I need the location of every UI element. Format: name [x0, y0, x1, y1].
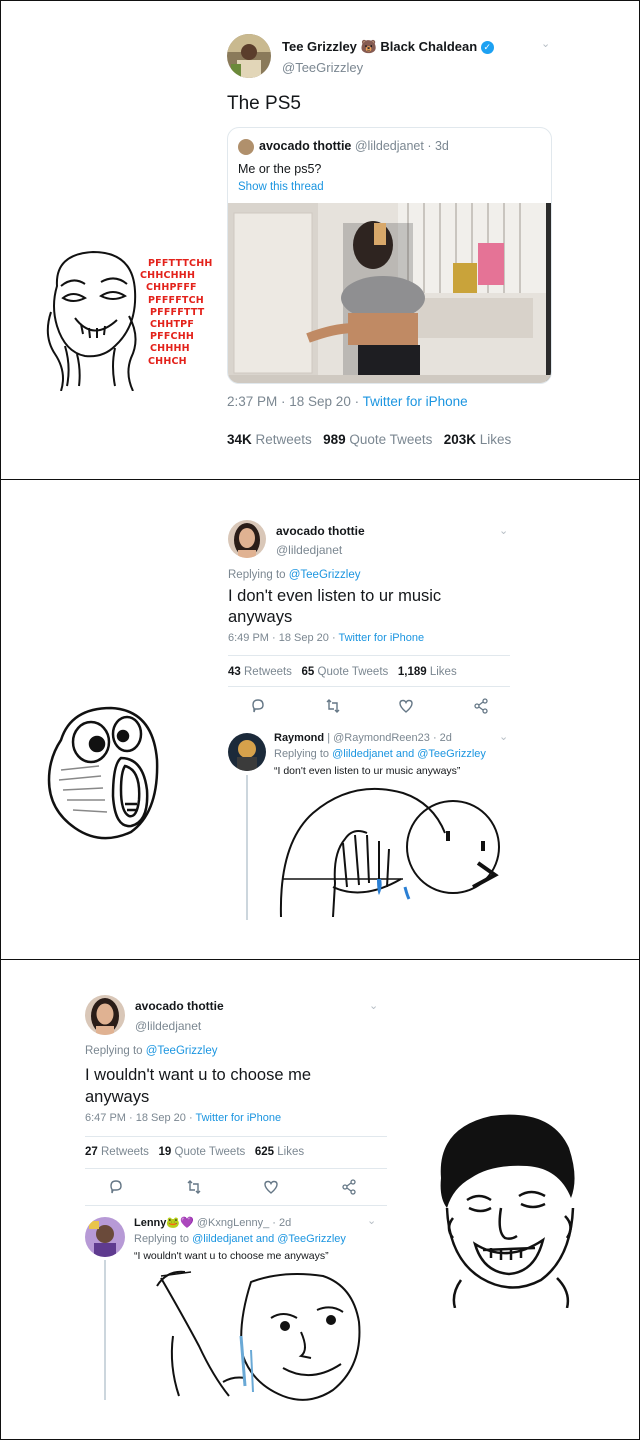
- lenny-avatar[interactable]: [85, 1217, 125, 1257]
- author-name[interactable]: Tee Grizzley: [282, 39, 357, 54]
- quote-avatar: [238, 139, 254, 155]
- reply-text: “I don't even listen to ur music anyways…: [274, 765, 461, 777]
- quote-tweets-stat[interactable]: 65 Quote Tweets: [302, 666, 389, 678]
- tee-grizzley-avatar[interactable]: [227, 34, 271, 78]
- tweet-timestamp[interactable]: 6:49 PM · 18 Sep 20 ·: [228, 632, 338, 644]
- likes-stat[interactable]: 203K Likes: [444, 432, 512, 447]
- laughing-sound-text: PFFTTTCHH CHHCHHH CHHPFFF PFFFFTCH PFFFF…: [140, 258, 213, 367]
- tweet-stats: 27 Retweets 19 Quote Tweets 625 Likes: [85, 1146, 304, 1158]
- tweet-meta: 6:47 PM · 18 Sep 20 · Twitter for iPhone: [85, 1112, 281, 1124]
- tweet-text: The PS5: [227, 93, 301, 114]
- avocado-avatar[interactable]: [85, 995, 125, 1035]
- likes-stat[interactable]: 625 Likes: [255, 1146, 304, 1158]
- quote-author-line: avocado thottie @lildedjanet · 3d: [259, 139, 449, 153]
- share-icon[interactable]: [341, 1179, 357, 1195]
- divider: [228, 655, 510, 656]
- mirror-selfie-photo[interactable]: [228, 203, 551, 383]
- yao-ming-laughing-face-image: [431, 1108, 581, 1309]
- tweet-stats: 34K Retweets 989 Quote Tweets 203K Likes: [227, 432, 511, 447]
- tweet-stats: 43 Retweets 65 Quote Tweets 1,189 Likes: [228, 666, 457, 678]
- reply-author-name[interactable]: Raymond: [274, 732, 324, 744]
- retweet-icon[interactable]: [186, 1179, 202, 1195]
- wojak-covering-ears-image[interactable]: [273, 783, 509, 918]
- panel-choose-me-tweet: avocado thottie @lildedjanet ⌄ Replying …: [0, 959, 640, 1440]
- tweet-source[interactable]: Twitter for iPhone: [363, 394, 468, 409]
- retweets-stat[interactable]: 43 Retweets: [228, 666, 292, 678]
- divider: [85, 1168, 387, 1169]
- tweet-timestamp[interactable]: 6:47 PM · 18 Sep 20 ·: [85, 1112, 195, 1124]
- chevron-down-icon[interactable]: ⌄: [369, 999, 378, 1012]
- laughing-rage-face-image: [45, 246, 140, 392]
- heart-icon[interactable]: [398, 698, 414, 714]
- avocado-avatar[interactable]: [228, 520, 266, 558]
- reply-author-handle[interactable]: @KxngLenny_: [197, 1217, 269, 1229]
- author-line: Tee Grizzley 🐻 Black Chaldean ✓: [282, 39, 494, 55]
- quote-text: Me or the ps5?: [238, 162, 322, 176]
- reply-author-line: Raymond | @RaymondReen23 · 2d: [274, 732, 452, 744]
- heart-icon[interactable]: [263, 1179, 279, 1195]
- reply-author-handle[interactable]: @RaymondReen23: [333, 732, 430, 744]
- reply-replying-to: Replying to @lildedjanet and @TeeGrizzle…: [134, 1233, 346, 1245]
- frog-heart-emoji: 🐸💜: [166, 1217, 194, 1229]
- reply-author-name[interactable]: Lenny: [134, 1217, 166, 1229]
- reply-icon[interactable]: [250, 698, 266, 714]
- tweet-source[interactable]: Twitter for iPhone: [195, 1112, 281, 1124]
- reply-icon[interactable]: [108, 1179, 124, 1195]
- lol-rage-face-image: [41, 700, 166, 840]
- chevron-down-icon[interactable]: ⌄: [541, 37, 550, 50]
- verified-icon: ✓: [480, 41, 494, 54]
- author-name[interactable]: avocado thottie: [276, 524, 365, 538]
- thread-line: [246, 775, 248, 920]
- tweet-meta: 6:49 PM · 18 Sep 20 · Twitter for iPhone: [228, 632, 424, 644]
- bear-emoji: 🐻: [360, 39, 377, 54]
- thread-line: [104, 1260, 106, 1400]
- panel-tee-grizzley-tweet: Tee Grizzley 🐻 Black Chaldean ✓ @TeeGriz…: [0, 0, 640, 480]
- quote-age: · 3d: [427, 139, 449, 153]
- reply-replying-to: Replying to @lildedjanet and @TeeGrizzle…: [274, 748, 486, 760]
- quote-tweets-stat[interactable]: 19 Quote Tweets: [159, 1146, 246, 1158]
- reply-author-line: Lenny🐸💜 @KxngLenny_ · 2d: [134, 1217, 292, 1229]
- author-name[interactable]: avocado thottie: [135, 999, 224, 1013]
- replying-to-link[interactable]: @TeeGrizzley: [289, 569, 361, 581]
- author-name-suffix[interactable]: Black Chaldean: [380, 39, 477, 54]
- retweet-icon[interactable]: [325, 698, 341, 714]
- chevron-down-icon[interactable]: ⌄: [499, 524, 508, 537]
- quote-author-name: avocado thottie: [259, 139, 352, 153]
- retweets-stat[interactable]: 27 Retweets: [85, 1146, 149, 1158]
- retweets-stat[interactable]: 34K Retweets: [227, 432, 312, 447]
- author-handle[interactable]: @TeeGrizzley: [282, 60, 363, 75]
- chevron-down-icon[interactable]: ⌄: [367, 1214, 376, 1227]
- author-handle[interactable]: @lildedjanet: [135, 1019, 201, 1033]
- divider: [85, 1205, 387, 1206]
- likes-stat[interactable]: 1,189 Likes: [398, 666, 457, 678]
- quoted-tweet-card[interactable]: avocado thottie @lildedjanet · 3d Me or …: [227, 127, 552, 384]
- divider: [228, 686, 510, 687]
- author-handle[interactable]: @lildedjanet: [276, 543, 342, 557]
- tweet-text: I don't even listen to ur music anyways: [228, 587, 442, 626]
- share-icon[interactable]: [473, 698, 489, 714]
- crying-wojak-mask-image[interactable]: [133, 1266, 379, 1406]
- raymond-avatar[interactable]: [228, 733, 266, 771]
- replying-to-link[interactable]: @TeeGrizzley: [146, 1045, 218, 1057]
- panel-music-reply-tweet: avocado thottie @lildedjanet ⌄ Replying …: [0, 479, 640, 960]
- tweet-source[interactable]: Twitter for iPhone: [338, 632, 424, 644]
- replying-to-link[interactable]: @lildedjanet and @TeeGrizzley: [192, 1233, 346, 1245]
- tweet-text: I wouldn't want u to choose me anyways: [85, 1066, 312, 1106]
- replying-to-line: Replying to @TeeGrizzley: [228, 569, 361, 581]
- chevron-down-icon[interactable]: ⌄: [499, 730, 508, 743]
- replying-to-line: Replying to @TeeGrizzley: [85, 1045, 218, 1057]
- reply-text: “I wouldn't want u to choose me anyways”: [134, 1250, 329, 1262]
- tweet-meta: 2:37 PM · 18 Sep 20 · Twitter for iPhone: [227, 394, 468, 409]
- replying-to-link[interactable]: @lildedjanet and @TeeGrizzley: [332, 748, 486, 760]
- quote-author-handle: @lildedjanet: [354, 139, 424, 153]
- tweet-timestamp[interactable]: 2:37 PM · 18 Sep 20 ·: [227, 394, 363, 409]
- show-thread-link[interactable]: Show this thread: [238, 181, 324, 193]
- quote-tweets-stat[interactable]: 989 Quote Tweets: [323, 432, 432, 447]
- divider: [85, 1136, 387, 1137]
